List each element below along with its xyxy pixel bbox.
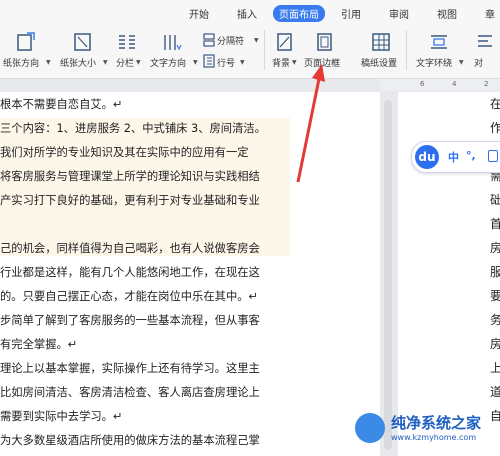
document-page[interactable]: 根本不需要自恋自艾。↵ 三个内容：1、进房服务 2、中式铺床 3、房间清洁。 我… bbox=[0, 92, 380, 456]
right-page-char: 础 bbox=[490, 193, 500, 207]
ruler-tick-label: 4 bbox=[452, 80, 457, 88]
right-page-char: 上 bbox=[490, 361, 500, 375]
chevron-down-icon: ▼ bbox=[459, 59, 464, 66]
paper-direction-icon bbox=[17, 32, 35, 51]
align-label: 对 bbox=[474, 59, 484, 69]
document-line: 行业都是这样，能有几个人能悠闲地工作，在现在这 bbox=[0, 266, 260, 279]
watermark-circle-icon bbox=[355, 413, 385, 443]
chevron-down-icon: ▼ bbox=[193, 59, 198, 66]
tab-insert[interactable]: 插入 bbox=[237, 6, 257, 21]
document-line: 需要到实际中去学习。↵ bbox=[0, 410, 123, 423]
paper-direction-label: 纸张方向 bbox=[3, 59, 40, 69]
paper-size-icon bbox=[74, 33, 91, 51]
right-page-char: 首 bbox=[490, 217, 500, 231]
page-break-label: 分隔符 bbox=[217, 37, 245, 47]
right-page-char: 作 bbox=[490, 121, 500, 135]
document-line: 有完全掌握。↵ bbox=[0, 338, 78, 351]
right-page-char: 房 bbox=[490, 337, 500, 351]
document-line: 三个内容：1、进房服务 2、中式铺床 3、房间清洁。 bbox=[0, 122, 266, 135]
tab-chapter[interactable]: 章 bbox=[485, 6, 495, 21]
horizontal-ruler: 6 4 2 bbox=[380, 79, 500, 91]
tab-page-layout[interactable]: 页面布局 bbox=[273, 5, 325, 22]
right-page-char: 道 bbox=[490, 385, 500, 399]
tab-references[interactable]: 引用 bbox=[341, 6, 361, 21]
right-page-char: 服 bbox=[490, 265, 500, 279]
right-page-char: 要 bbox=[490, 289, 500, 303]
document-line: 己的机会，同样值得为自己喝彩，也有人说做客房会 bbox=[0, 242, 260, 255]
document-line: 的。只要自己摆正心态，才能在岗位中乐在其中。↵ bbox=[0, 290, 258, 303]
document-line: 根本不需要自恋自艾。↵ bbox=[0, 98, 123, 111]
ribbon-separator bbox=[264, 30, 265, 70]
chevron-down-icon: ▼ bbox=[240, 59, 245, 66]
watermark-logo: 纯净系统之家 www.kzmyhome.com bbox=[355, 410, 500, 450]
chevron-down-icon: ▼ bbox=[46, 59, 51, 66]
document-line: 理论上以基本掌握，实际操作上还有待学习。这里主 bbox=[0, 362, 260, 375]
document-line: 将客房服务与管理课堂上所学的理论知识与实践相结 bbox=[0, 170, 260, 183]
ime-mode-chinese[interactable]: 中 bbox=[448, 149, 459, 165]
right-page-char: 房 bbox=[490, 241, 500, 255]
ruler-tick-label: 6 bbox=[420, 80, 425, 88]
chevron-down-icon: ▼ bbox=[136, 59, 141, 66]
ribbon-separator bbox=[406, 30, 407, 70]
vertical-scrollbar[interactable] bbox=[384, 100, 392, 450]
text-wrap-icon bbox=[431, 35, 447, 49]
align-icon bbox=[478, 35, 492, 47]
text-direction-label: 文字方向 bbox=[150, 59, 187, 69]
background-icon bbox=[277, 33, 292, 51]
document-line: 步简单了解到了客房服务的一些基本流程，但从事客 bbox=[0, 314, 260, 327]
line-number-label: 行号 bbox=[217, 59, 236, 69]
chevron-down-icon: ▼ bbox=[254, 37, 259, 44]
background-label: 背景 bbox=[272, 59, 291, 69]
manuscript-grid-icon bbox=[372, 33, 390, 51]
manuscript-settings-label: 稿纸设置 bbox=[361, 59, 398, 69]
chevron-down-icon: ▼ bbox=[103, 59, 108, 66]
page-border-icon bbox=[317, 33, 332, 51]
columns-label: 分栏 bbox=[116, 59, 135, 69]
right-page-char: 在 bbox=[490, 97, 500, 111]
page-break-icon bbox=[203, 33, 215, 47]
watermark-url: www.kzmyhome.com bbox=[391, 433, 477, 442]
ribbon-tab-bar: 开始 插入 页面布局 引用 审阅 视图 章 bbox=[0, 0, 500, 24]
document-line: 产实习打下良好的基础，更有利于对专业基础和专业 bbox=[0, 194, 260, 207]
document-line: 比如房间清洁、客房清洁检查、客人离店查房理论上 bbox=[0, 386, 260, 399]
right-page-char: 务 bbox=[490, 313, 500, 327]
columns-icon bbox=[119, 35, 135, 49]
baidu-ime-logo-icon[interactable]: du bbox=[415, 145, 439, 169]
document-line: 为大多数星级酒店所使用的做床方法的基本流程己掌 bbox=[0, 434, 260, 447]
text-direction-icon bbox=[164, 35, 182, 51]
text-wrap-label: 文字环绕 bbox=[416, 59, 453, 69]
ribbon-toolbar: 纸张方向 ▼ 纸张大小 ▼ 分栏 ▼ 文字方向 ▼ 分隔符 ▼ 行号 ▼ 背景 … bbox=[0, 24, 500, 79]
ime-keyboard-icon[interactable] bbox=[488, 150, 498, 162]
page-border-label: 页面边框 bbox=[304, 59, 341, 69]
ruler-tick-label: 2 bbox=[484, 80, 489, 88]
watermark-title: 纯净系统之家 bbox=[391, 414, 482, 432]
tab-review[interactable]: 审阅 bbox=[389, 6, 409, 21]
tab-view[interactable]: 视图 bbox=[437, 6, 457, 21]
ime-toolbar[interactable]: du 中 °, bbox=[411, 141, 500, 173]
ime-punctuation[interactable]: °, bbox=[466, 149, 476, 162]
paper-size-label: 纸张大小 bbox=[60, 59, 97, 69]
document-line: 我们对所学的专业知识及其在实际中的应用有一定 bbox=[0, 146, 249, 159]
line-number-icon bbox=[203, 54, 215, 68]
chevron-down-icon: ▼ bbox=[292, 59, 297, 66]
tab-home[interactable]: 开始 bbox=[189, 6, 209, 21]
